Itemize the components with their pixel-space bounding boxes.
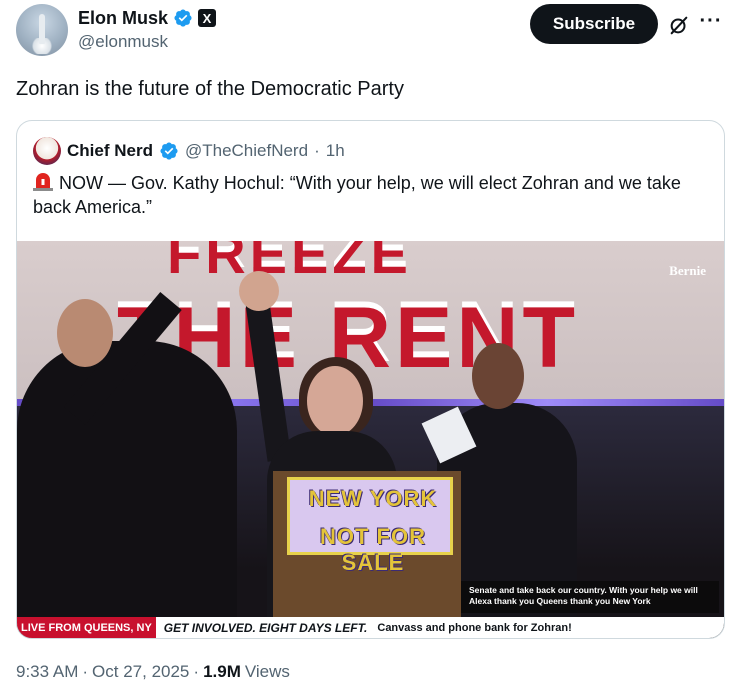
footer-separator-1: · xyxy=(82,662,89,681)
quoted-header: Chief Nerd @TheChiefNerd · 1h xyxy=(33,137,345,165)
quoted-display-name[interactable]: Chief Nerd xyxy=(67,141,153,161)
more-icon[interactable]: ··· xyxy=(700,10,722,32)
quoted-media-image[interactable]: FREEZE THE RENT Bernie NEW YORK NOT FOR … xyxy=(17,241,724,638)
views-label: Views xyxy=(244,662,290,681)
x-affiliate-icon: X xyxy=(198,9,217,27)
tweet-header: Elon Musk X @elonmusk Subscribe ··· xyxy=(16,4,726,58)
tweet-footer: 9:33 AM · Oct 27, 2025 · 1.9M Views xyxy=(16,662,290,682)
rocket-shape xyxy=(39,14,45,44)
author-name-row: Elon Musk X xyxy=(78,6,217,30)
ticker-headline: GET INVOLVED. EIGHT DAYS LEFT. xyxy=(163,621,368,635)
subscribe-button[interactable]: Subscribe xyxy=(530,4,658,44)
verified-badge-icon xyxy=(174,9,192,27)
quoted-tweet[interactable]: Chief Nerd @TheChiefNerd · 1h NOW — Gov.… xyxy=(16,120,725,639)
author-display-name[interactable]: Elon Musk xyxy=(78,8,168,29)
quoted-text: NOW — Gov. Kathy Hochul: “With your help… xyxy=(33,173,681,217)
quoted-text-block: NOW — Gov. Kathy Hochul: “With your help… xyxy=(33,171,709,219)
author-avatar[interactable] xyxy=(16,4,68,56)
video-caption: Senate and take back our country. With y… xyxy=(461,581,719,613)
quoted-verified-badge-icon xyxy=(160,142,178,160)
siren-icon xyxy=(33,173,53,191)
tweet-time[interactable]: 9:33 AM xyxy=(16,662,78,682)
podium-sign-line-2: NOT FOR SALE xyxy=(320,524,426,575)
footer-separator-2: · xyxy=(193,662,200,681)
tweet-date[interactable]: Oct 27, 2025 xyxy=(92,662,189,682)
news-ticker: LIVE FROM QUEENS, NY GET INVOLVED. EIGHT… xyxy=(17,617,724,638)
podium-sign-line-1: NEW YORK xyxy=(308,486,438,511)
views-count[interactable]: 1.9M xyxy=(203,662,241,682)
person-right-head xyxy=(472,343,524,409)
banner-text-freeze: FREEZE xyxy=(167,241,412,285)
podium-sign: NEW YORK NOT FOR SALE xyxy=(287,477,453,575)
quoted-time[interactable]: 1h xyxy=(326,141,345,161)
quoted-handle[interactable]: @TheChiefNerd xyxy=(185,141,308,161)
ticker-subtext: Canvass and phone bank for Zohran! xyxy=(377,622,572,634)
quoted-avatar[interactable] xyxy=(33,137,61,165)
author-handle[interactable]: @elonmusk xyxy=(78,32,168,52)
grok-icon[interactable] xyxy=(668,14,690,36)
quoted-separator: · xyxy=(314,141,320,160)
tweet-text: Zohran is the future of the Democratic P… xyxy=(16,78,404,100)
ticker-live-label: LIVE FROM QUEENS, NY xyxy=(17,617,156,638)
person-middle-head xyxy=(307,366,363,436)
person-left-silhouette xyxy=(17,341,237,638)
joined-hands xyxy=(239,271,279,311)
bernie-watermark: Bernie xyxy=(669,263,706,278)
